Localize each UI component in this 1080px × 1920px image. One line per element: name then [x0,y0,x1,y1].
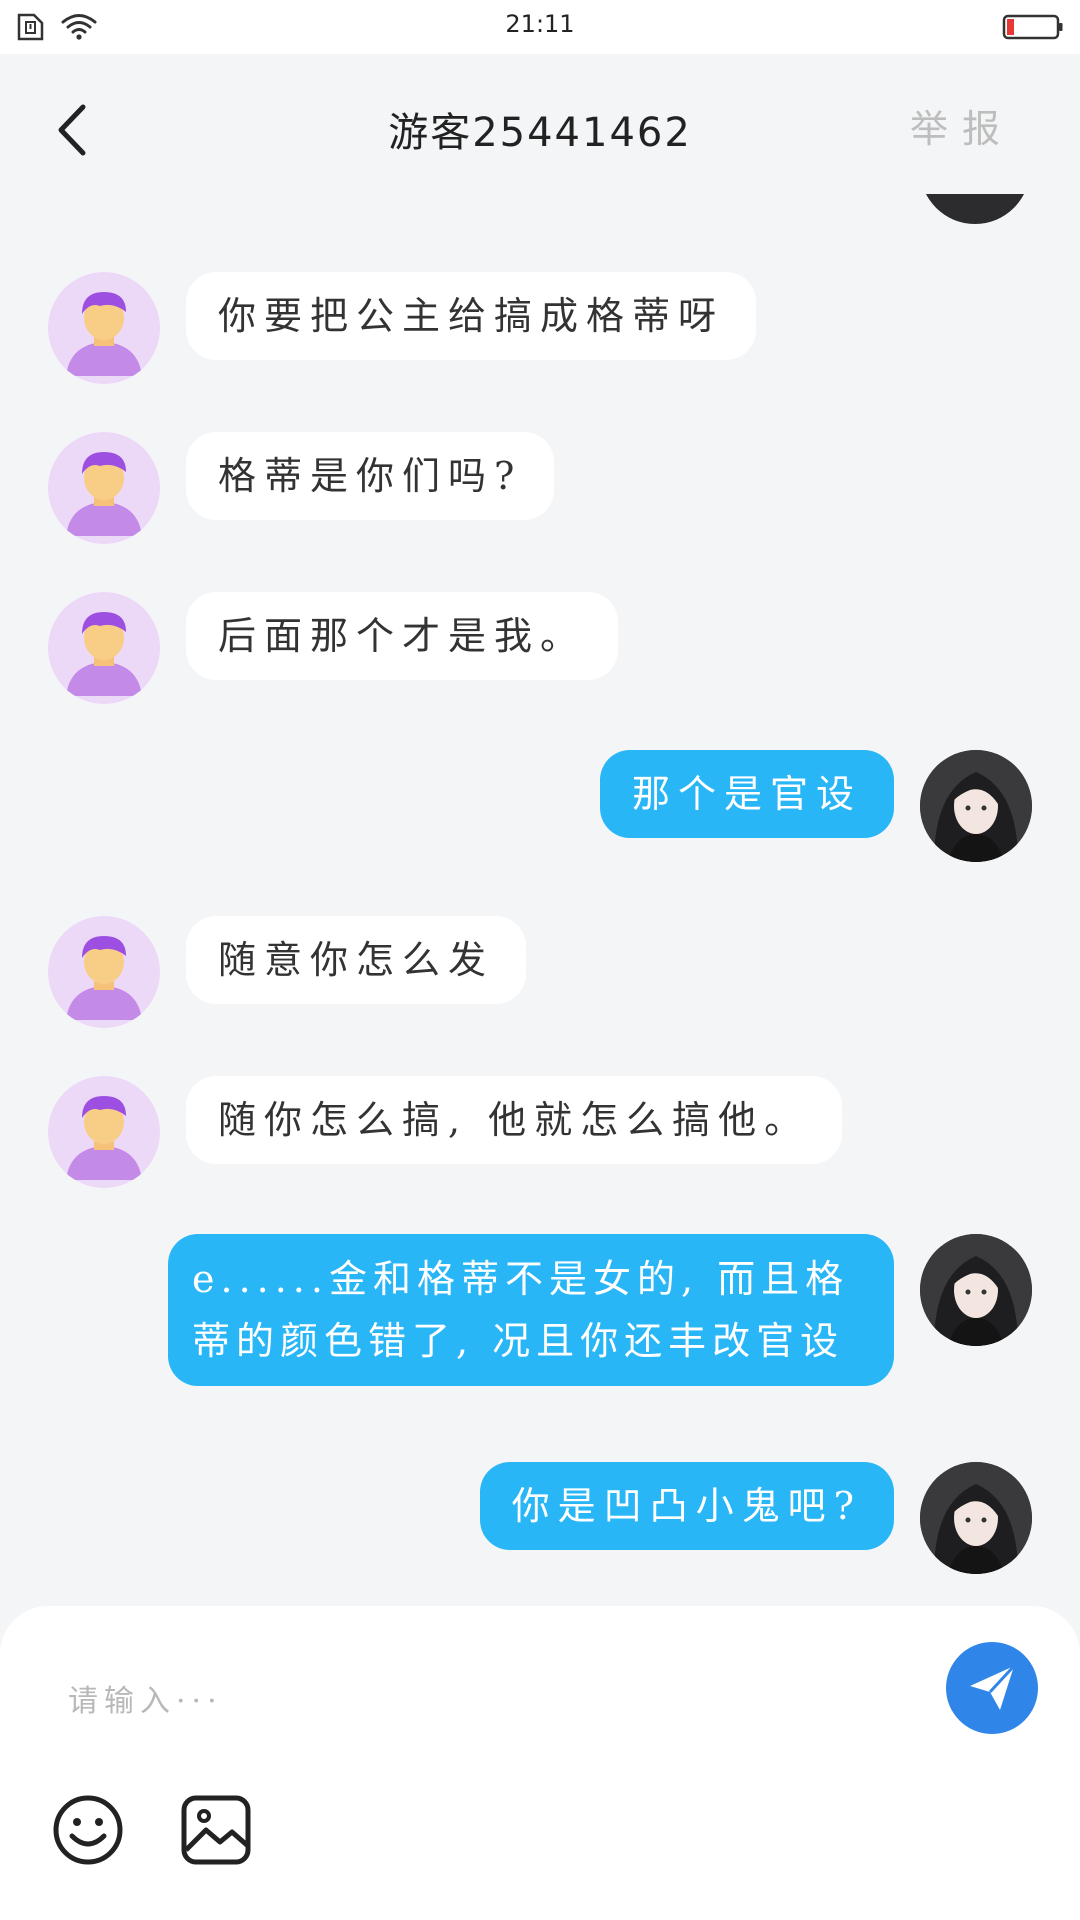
message-row: 你是凹凸小鬼吧? [479,1462,1032,1574]
message-text: 你要把公主给搞成格蒂呀 [186,272,757,360]
guest-avatar[interactable] [48,432,160,544]
message-row: 格蒂是你们吗? [48,432,555,544]
message-text: 你是凹凸小鬼吧? [479,1462,894,1550]
message-input[interactable] [66,1666,886,1736]
message-text: 随你怎么搞, 他就怎么搞他。 [186,1076,843,1164]
send-button[interactable] [946,1642,1038,1734]
self-avatar[interactable] [920,1234,1032,1346]
message-row: 随你怎么搞, 他就怎么搞他。 [48,1076,843,1188]
report-button[interactable]: 举报 [910,98,1014,153]
self-avatar[interactable] [920,1462,1032,1574]
message-text: 格蒂是你们吗? [186,432,555,520]
message-text: e......金和格蒂不是女的, 而且格蒂的颜色错了, 况且你还丰改官设 [168,1234,894,1386]
message-row: 后面那个才是我。 [48,592,619,704]
status-time: 21:11 [505,10,575,38]
message-row: 那个是官设 [599,750,1032,862]
message-text: 随意你怎么发 [186,916,527,1004]
message-row: 随意你怎么发 [48,916,527,1028]
self-avatar[interactable] [920,750,1032,862]
self-avatar[interactable] [920,194,1030,224]
image-icon[interactable] [178,1792,254,1868]
message-text: 那个是官设 [599,750,894,838]
guest-avatar[interactable] [48,1076,160,1188]
message-composer [0,1606,1080,1920]
guest-avatar[interactable] [48,916,160,1028]
message-list[interactable]: 你要把公主给搞成格蒂呀 格蒂是你们吗? 后面那个才是我。 那个是官设 随意你怎么… [0,194,1080,1606]
chat-header: 游客25441462 举报 [0,54,1080,194]
emoji-icon[interactable] [50,1792,126,1868]
guest-avatar[interactable] [48,592,160,704]
paper-plane-icon [970,1664,1016,1710]
message-row: e......金和格蒂不是女的, 而且格蒂的颜色错了, 况且你还丰改官设 [168,1234,1032,1386]
battery-low-icon [1002,14,1063,40]
message-row: 你要把公主给搞成格蒂呀 [48,272,757,384]
status-bar: 21:11 [0,0,1080,54]
guest-avatar[interactable] [48,272,160,384]
message-text: 后面那个才是我。 [186,592,619,680]
